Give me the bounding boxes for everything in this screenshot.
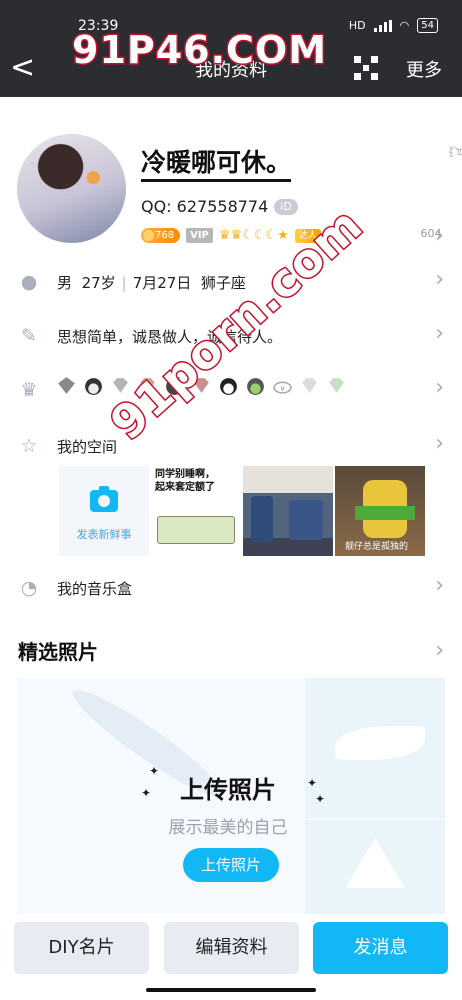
post-new-tile[interactable]: 发表新鲜事 (59, 466, 149, 556)
featured-photos-title: 精选照片 (18, 640, 98, 664)
more-button[interactable]: 更多 (406, 56, 442, 82)
crown-icon: ♛ (20, 379, 38, 401)
cloud-icon: v (273, 381, 292, 394)
tree-illustration (345, 838, 405, 888)
featured-photos-area[interactable]: ✦ ✦ ✦ ✦ 上传照片 展示最美的自己 上传照片 (17, 678, 445, 914)
gem-icon (58, 377, 75, 394)
upload-photo-heading: 上传照片 (180, 776, 276, 804)
chevron-right-icon: › (435, 223, 444, 248)
chevron-right-icon: › (435, 321, 444, 346)
medal-list: v (56, 375, 347, 396)
chevron-right-icon: › (435, 431, 444, 456)
train-seat (289, 500, 323, 540)
space-photo-train[interactable] (243, 466, 333, 556)
space-photo-meme[interactable]: 同学别睡啊， 起来套定额了 (151, 466, 241, 556)
penguin-icon (166, 377, 183, 395)
diy-card-button[interactable]: DIY名片 (14, 922, 149, 974)
bottom-action-bar: DIY名片 编辑资料 发消息 (0, 914, 462, 1000)
medals-row[interactable]: ♛ v › (0, 365, 462, 417)
upload-photo-button[interactable]: 上传照片 (183, 848, 279, 882)
chevron-right-icon: › (435, 375, 444, 400)
diamond-icon (329, 378, 344, 393)
age: 27岁 (81, 274, 116, 292)
signature: 思想简单，诚恳做人，诚信待人。 (57, 328, 283, 346)
qq-number-row: QQ: 627558774 iD (141, 197, 298, 216)
meme-bed-illustration (157, 516, 235, 544)
penguin-icon (85, 378, 102, 395)
status-bar: 23:39 HD ◠ 54 (0, 16, 462, 38)
level-badge: 768 (141, 228, 181, 243)
sofa-belt (355, 506, 415, 520)
chevron-right-icon[interactable]: › (435, 638, 444, 663)
profile-card[interactable]: 冷暖哪可休。 QQ: 627558774 iD 768 VIP ♛♛☾☾☾★ 达… (0, 97, 462, 257)
send-message-button[interactable]: 发消息 (313, 922, 448, 974)
top-header: 23:39 HD ◠ 54 < 我的资料 更多 (0, 0, 462, 97)
space-label: 我的空间 (57, 438, 118, 456)
home-indicator[interactable] (146, 988, 316, 992)
chevron-right-icon: › (435, 573, 444, 598)
hd-label: HD (348, 19, 366, 32)
train-seat (251, 496, 273, 542)
gender: 男 (57, 274, 73, 292)
space-photo-sofa[interactable]: 靓仔总是孤独的 (335, 466, 425, 556)
post-new-label: 发表新鲜事 (76, 528, 132, 541)
music-disc-icon: ◔ (20, 577, 38, 599)
page-title: 我的资料 (195, 60, 267, 81)
basic-info: 男 27岁 | 7月27日 狮子座 (57, 274, 246, 292)
star-icon: ☆ (20, 435, 38, 457)
diamond-icon (302, 378, 317, 393)
person-icon: ● (20, 271, 38, 293)
upload-photo-subtitle: 展示最美的自己 (168, 818, 288, 838)
signature-row[interactable]: ✎ 思想简单，诚恳做人，诚信待人。 › (0, 311, 462, 363)
qr-code-icon[interactable] (354, 56, 378, 80)
camera-icon (90, 486, 118, 512)
id-badge: iD (274, 198, 298, 215)
wifi-icon: ◠ (399, 19, 410, 32)
chevron-right-icon: › (435, 267, 444, 292)
space-thumbnails: 发表新鲜事 同学别睡啊， 起来套定额了 靓仔总是孤独的 (59, 466, 425, 556)
zodiac: 狮子座 (200, 274, 246, 292)
qq-number: QQ: 627558774 (141, 197, 269, 216)
diamond-icon (194, 378, 209, 393)
leaf-illustration (335, 726, 425, 760)
meme-text-line2: 起来套定额了 (155, 482, 215, 493)
thumbs-up-icon: 👍︎ (448, 137, 462, 165)
nav-bar: < 我的资料 更多 (0, 50, 462, 90)
photo-caption: 靓仔总是孤独的 (345, 542, 409, 552)
signal-icon (373, 19, 392, 32)
daren-badge: 达人 (294, 228, 321, 243)
svg-text:v: v (280, 384, 285, 393)
badge-row[interactable]: 768 VIP ♛♛☾☾☾★ 达人 (141, 228, 321, 243)
status-time: 23:39 (78, 18, 119, 34)
avatar[interactable] (17, 134, 126, 243)
grade-icons: ♛♛☾☾☾★ (218, 228, 289, 243)
edit-profile-button[interactable]: 编辑资料 (164, 922, 299, 974)
music-box-label: 我的音乐盒 (57, 580, 133, 598)
battery-icon: 54 (417, 18, 438, 33)
meme-text-line1: 同学别睡啊， (155, 469, 215, 480)
nickname: 冷暖哪可休。 (141, 147, 292, 182)
penguin-icon (247, 378, 264, 395)
birthday: 7月27日 (132, 274, 192, 292)
meme-text: 同学别睡啊， 起来套定额了 (155, 468, 215, 494)
basic-info-row[interactable]: ● 男 27岁 | 7月27日 狮子座 › (0, 257, 462, 309)
music-box-row[interactable]: ◔ 我的音乐盒 › (0, 563, 462, 615)
vip-badge: VIP (186, 228, 213, 243)
status-icons: HD ◠ 54 (349, 18, 438, 33)
diamond-icon (140, 378, 155, 393)
penguin-icon (220, 378, 237, 395)
diamond-icon (113, 378, 128, 393)
pencil-icon: ✎ (21, 325, 37, 347)
